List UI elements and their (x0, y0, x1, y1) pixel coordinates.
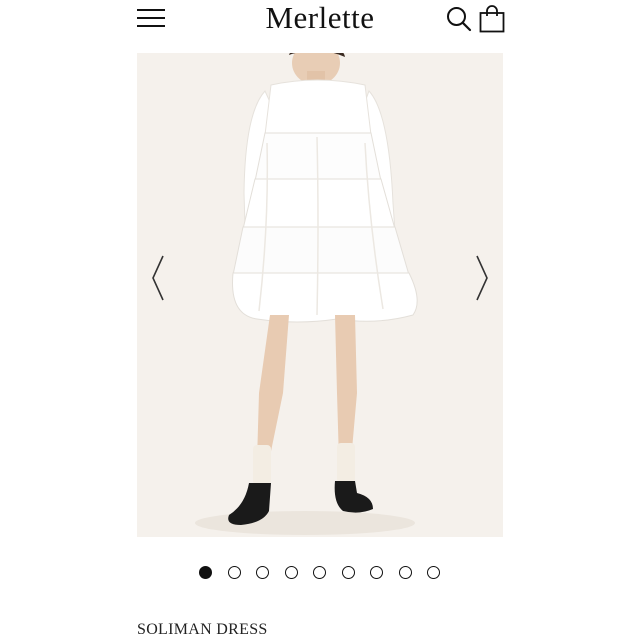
brand-logo[interactable]: Merlette (230, 0, 410, 36)
product-title: SOLIMAN DRESS (137, 621, 268, 638)
pagination-dot-8[interactable] (399, 566, 412, 579)
shopping-bag-icon[interactable] (479, 5, 505, 33)
site-header: Merlette (0, 0, 640, 40)
pagination-dot-9[interactable] (427, 566, 440, 579)
menu-line (137, 17, 165, 19)
product-image-carousel[interactable] (137, 53, 503, 537)
pagination-dot-5[interactable] (313, 566, 326, 579)
chevron-right-icon[interactable] (475, 254, 489, 302)
search-icon[interactable] (446, 6, 472, 32)
pagination-dot-4[interactable] (285, 566, 298, 579)
pagination-dot-3[interactable] (256, 566, 269, 579)
menu-line (137, 9, 165, 11)
menu-line (137, 25, 165, 27)
pagination-dot-7[interactable] (370, 566, 383, 579)
chevron-left-icon[interactable] (151, 254, 165, 302)
pagination-dot-6[interactable] (342, 566, 355, 579)
carousel-pagination (198, 566, 448, 580)
product-photo (137, 53, 503, 537)
hamburger-menu-icon[interactable] (137, 8, 165, 30)
pagination-dot-2[interactable] (228, 566, 241, 579)
pagination-dot-1[interactable] (199, 566, 212, 579)
